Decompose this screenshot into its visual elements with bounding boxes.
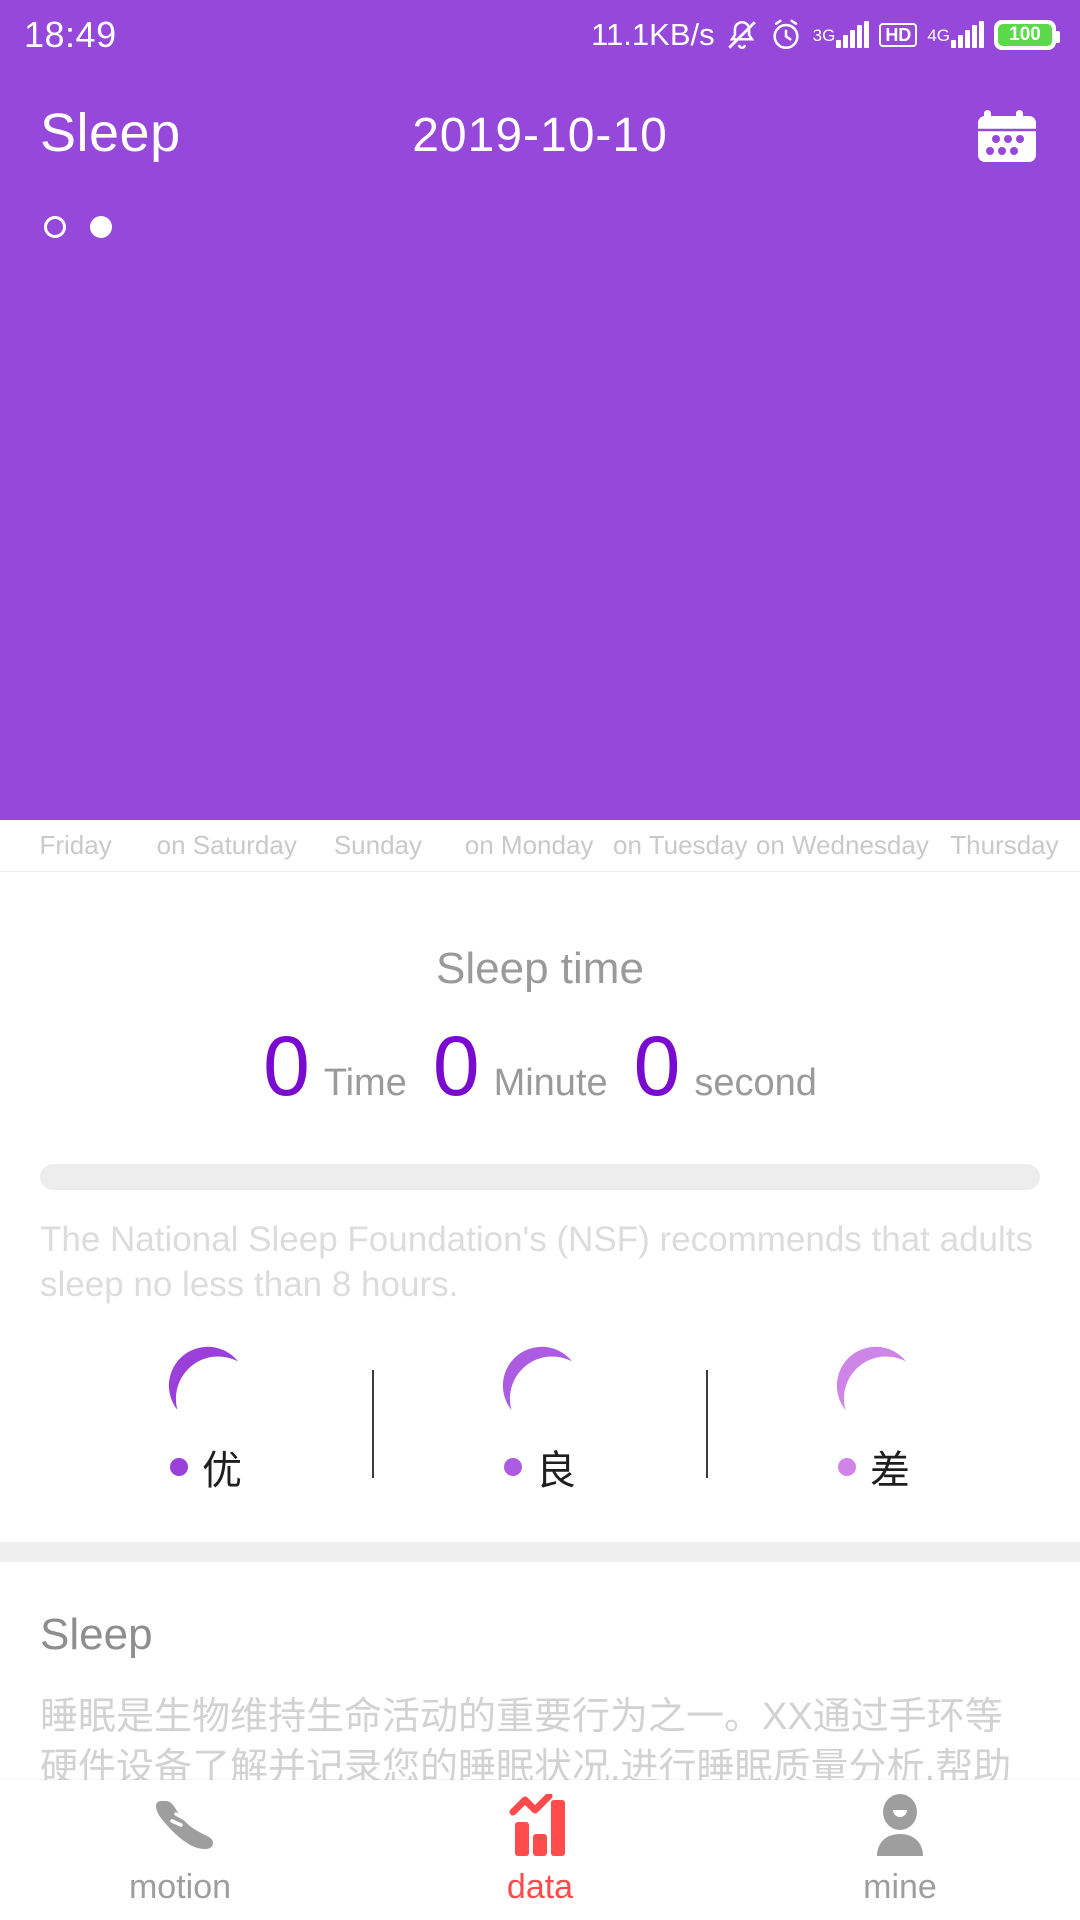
bar-chart-icon (505, 1793, 575, 1860)
quality-label: 优 (202, 1448, 242, 1493)
nav-item-data[interactable]: data (360, 1793, 720, 1907)
signal-3g-icon: 3G (812, 21, 870, 48)
quality-label-wrap: 良 (504, 1438, 576, 1496)
signal-4g-label: 4G (927, 25, 950, 45)
network-speed: 11.1KB/s (591, 17, 715, 52)
mute-icon (725, 18, 759, 52)
weekday-strip[interactable]: Friday on Saturday Sunday on Monday on T… (0, 820, 1080, 872)
sleep-seconds-label: second (694, 1062, 817, 1104)
moon-icon (828, 1346, 920, 1418)
quality-level-poor[interactable]: 差 (708, 1346, 1040, 1496)
section-divider (0, 1542, 1080, 1562)
person-icon (869, 1793, 931, 1860)
nav-label-data: data (506, 1867, 574, 1906)
quality-dot (170, 1457, 188, 1476)
nav-item-mine[interactable]: mine (720, 1793, 1080, 1907)
status-clock: 18:49 (24, 14, 117, 55)
quality-dot (838, 1457, 856, 1476)
sleep-hours-label: Time (323, 1062, 407, 1104)
bottom-navigation: motion data mine (0, 1780, 1080, 1920)
signal-4g-icon: 4G (927, 21, 984, 48)
sleep-minutes-label: Minute (493, 1062, 608, 1104)
sleep-time-title: Sleep time (436, 944, 644, 993)
signal-3g-label: 3G (812, 25, 836, 45)
status-bar: 18:49 11.1KB/s 3G HD 4G 100 (0, 0, 1080, 70)
quality-dot (504, 1457, 522, 1476)
app-header: Sleep 2019-10-10 (0, 70, 1080, 190)
sleep-seconds-value: 0 (633, 1019, 681, 1113)
article-heading: Sleep (40, 1610, 153, 1659)
weekday-item[interactable]: Friday (0, 830, 151, 861)
quality-level-good[interactable]: 良 (374, 1346, 706, 1496)
moon-icon (160, 1346, 252, 1418)
battery-level: 100 (1009, 24, 1041, 45)
sleep-time-card: Sleep time 0 Time 0 Minute 0 second The … (0, 872, 1080, 1542)
sleep-minutes-value: 0 (432, 1019, 480, 1113)
nav-label-motion: motion (128, 1867, 232, 1906)
sleep-duration: 0 Time 0 Minute 0 second (0, 1024, 1080, 1108)
quality-label-wrap: 差 (838, 1438, 910, 1496)
quality-level-excellent[interactable]: 优 (40, 1346, 372, 1496)
nav-label-mine: mine (863, 1867, 937, 1906)
weekday-item[interactable]: on Monday (454, 830, 605, 861)
sleep-screen: 18:49 11.1KB/s 3G HD 4G 100 Sleep 2019-1… (0, 0, 1080, 1920)
page-indicator[interactable] (44, 216, 112, 238)
quality-label: 差 (870, 1448, 910, 1493)
shoe-icon (145, 1794, 215, 1860)
weekday-item[interactable]: Thursday (929, 830, 1080, 861)
weekday-item[interactable]: on Saturday (151, 830, 302, 861)
weekday-item[interactable]: on Tuesday (605, 830, 756, 861)
nav-item-motion[interactable]: motion (0, 1794, 360, 1907)
weekday-item[interactable]: on Wednesday (756, 830, 929, 861)
quality-label-wrap: 优 (170, 1438, 242, 1496)
hero-panel: Sleep 2019-10-10 (0, 70, 1080, 820)
quality-label: 良 (536, 1448, 576, 1493)
weekday-item[interactable]: Sunday (302, 830, 453, 861)
hd-icon: HD (879, 23, 918, 47)
status-icons: 11.1KB/s 3G HD 4G 100 (591, 17, 1060, 53)
calendar-icon[interactable] (976, 106, 1038, 164)
page-dot-1[interactable] (44, 216, 66, 238)
nsf-recommendation: The National Sleep Foundation's (NSF) re… (40, 1220, 1034, 1304)
sleep-progress-bar (40, 1164, 1040, 1190)
battery-icon: 100 (994, 20, 1060, 50)
selected-date[interactable]: 2019-10-10 (0, 108, 1080, 163)
sleep-quality-legend: 优 良 差 (0, 1346, 1080, 1496)
sleep-hours-value: 0 (263, 1019, 310, 1113)
page-dot-2[interactable] (90, 216, 112, 238)
moon-icon (494, 1346, 586, 1418)
alarm-icon (769, 18, 803, 52)
